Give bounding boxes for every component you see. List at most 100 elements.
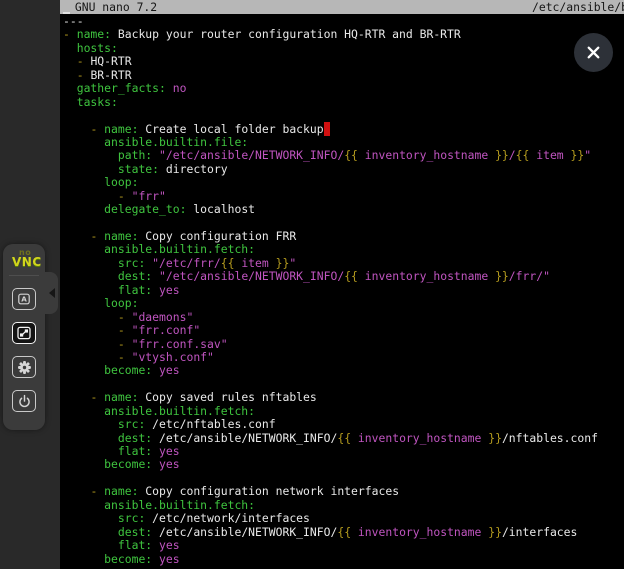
code-segment: Create local folder backup (138, 122, 323, 136)
terminal-line: src: "/etc/frr/{{ item }}" (63, 257, 598, 270)
code-segment: Copy configuration FRR (138, 229, 296, 243)
code-segment: src: (118, 511, 145, 525)
code-segment: name: (77, 27, 111, 41)
code-segment: - (118, 189, 132, 203)
terminal-window[interactable]: GNU nano 7.2 /etc/ansible/b ---- name: B… (60, 0, 624, 569)
nano-titlebar: GNU nano 7.2 /etc/ansible/b (60, 0, 624, 14)
code-segment: delegate_to: (104, 202, 186, 216)
code-segment: ansible.builtin.fetch: (104, 404, 255, 418)
code-segment: yes (159, 552, 180, 566)
code-segment: - (118, 323, 132, 337)
code-segment: /nftables.conf (502, 431, 598, 445)
terminal-line: become: yes (63, 364, 598, 377)
terminal-line (63, 472, 598, 485)
control-bar-handle[interactable] (45, 272, 58, 314)
code-segment: inventory_hostname (358, 148, 495, 162)
code-segment (152, 457, 159, 471)
code-segment (63, 404, 104, 418)
code-segment (63, 68, 77, 82)
code-segment: src: (118, 256, 145, 270)
code-segment: {{ (337, 431, 351, 445)
code-segment (63, 283, 118, 297)
code-segment (152, 444, 159, 458)
code-segment: inventory_hostname (351, 525, 488, 539)
code-segment (63, 310, 118, 324)
close-icon (585, 44, 602, 61)
code-segment: /etc/ansible/NETWORK_INFO/ (152, 431, 337, 445)
code-segment: flat: (118, 283, 152, 297)
code-segment: item (529, 148, 570, 162)
code-segment (63, 417, 118, 431)
close-button[interactable] (574, 33, 613, 72)
code-segment (63, 337, 118, 351)
code-segment: Copy configuration network interfaces (138, 484, 399, 498)
terminal-line: flat: yes (63, 284, 598, 297)
code-segment: hosts: (77, 41, 118, 55)
code-segment (63, 390, 90, 404)
terminal-line: become: yes (63, 553, 598, 566)
code-segment: - (90, 122, 104, 136)
code-segment (152, 363, 159, 377)
fullscreen-icon (16, 325, 32, 341)
code-segment: "daemons" (132, 310, 194, 324)
code-segment (63, 269, 118, 283)
code-segment (63, 256, 118, 270)
code-segment (63, 538, 118, 552)
terminal-line: - "vtysh.conf" (63, 351, 598, 364)
code-segment: - (90, 390, 104, 404)
panel-divider (9, 275, 39, 276)
terminal-line: path: "/etc/ansible/NETWORK_INFO/{{ inve… (63, 149, 598, 162)
code-segment: flat: (118, 444, 152, 458)
keyboard-button[interactable]: A (12, 288, 36, 310)
terminal-line: loop: (63, 176, 598, 189)
code-segment: yes (159, 444, 180, 458)
code-segment (63, 431, 118, 445)
code-segment: {{ (344, 148, 358, 162)
terminal-line: - "daemons" (63, 311, 598, 324)
code-segment: BR-RTR (90, 68, 131, 82)
code-segment (63, 484, 90, 498)
code-segment (166, 81, 173, 95)
code-segment: "frr.conf.sav" (132, 337, 228, 351)
power-button[interactable] (12, 390, 36, 412)
code-segment: inventory_hostname (351, 431, 488, 445)
terminal-line: - name: Backup your router configuration… (63, 28, 598, 41)
code-segment (63, 81, 77, 95)
terminal-line: src: /etc/network/interfaces (63, 512, 598, 525)
code-segment: /interfaces (502, 525, 577, 539)
code-segment (63, 162, 118, 176)
code-segment (63, 511, 118, 525)
settings-button[interactable] (12, 356, 36, 378)
code-segment (63, 296, 104, 310)
code-segment: - (90, 484, 104, 498)
code-segment (152, 283, 159, 297)
code-segment (63, 189, 118, 203)
code-segment: {{ (337, 525, 351, 539)
terminal-line: - name: Copy saved rules nftables (63, 391, 598, 404)
code-segment: directory (159, 162, 228, 176)
code-segment: - (77, 68, 91, 82)
terminal-line: gather_facts: no (63, 82, 598, 95)
terminal-line: - BR-RTR (63, 69, 598, 82)
code-segment: loop: (104, 296, 138, 310)
code-segment: become: (104, 552, 152, 566)
terminal-line: state: directory (63, 163, 598, 176)
code-segment: HQ-RTR (90, 54, 131, 68)
code-segment: "/etc/ansible/NETWORK_INFO/ (159, 269, 344, 283)
code-segment: /etc/network/interfaces (145, 511, 310, 525)
code-segment (63, 457, 104, 471)
code-segment (63, 444, 118, 458)
code-segment: /frr/" (509, 269, 550, 283)
text-cursor (324, 122, 331, 136)
code-segment: yes (159, 363, 180, 377)
code-segment: /etc/ansible/NETWORK_INFO/ (152, 525, 337, 539)
code-segment (63, 229, 90, 243)
code-segment: - (77, 54, 91, 68)
terminal-line: tasks: (63, 96, 598, 109)
fullscreen-button[interactable] (12, 322, 36, 344)
terminal-line: - "frr.conf" (63, 324, 598, 337)
editor-content[interactable]: ---- name: Backup your router configurat… (63, 15, 598, 566)
collapse-arrow-icon (49, 288, 55, 298)
code-segment: }} (276, 256, 290, 270)
code-segment (63, 350, 118, 364)
